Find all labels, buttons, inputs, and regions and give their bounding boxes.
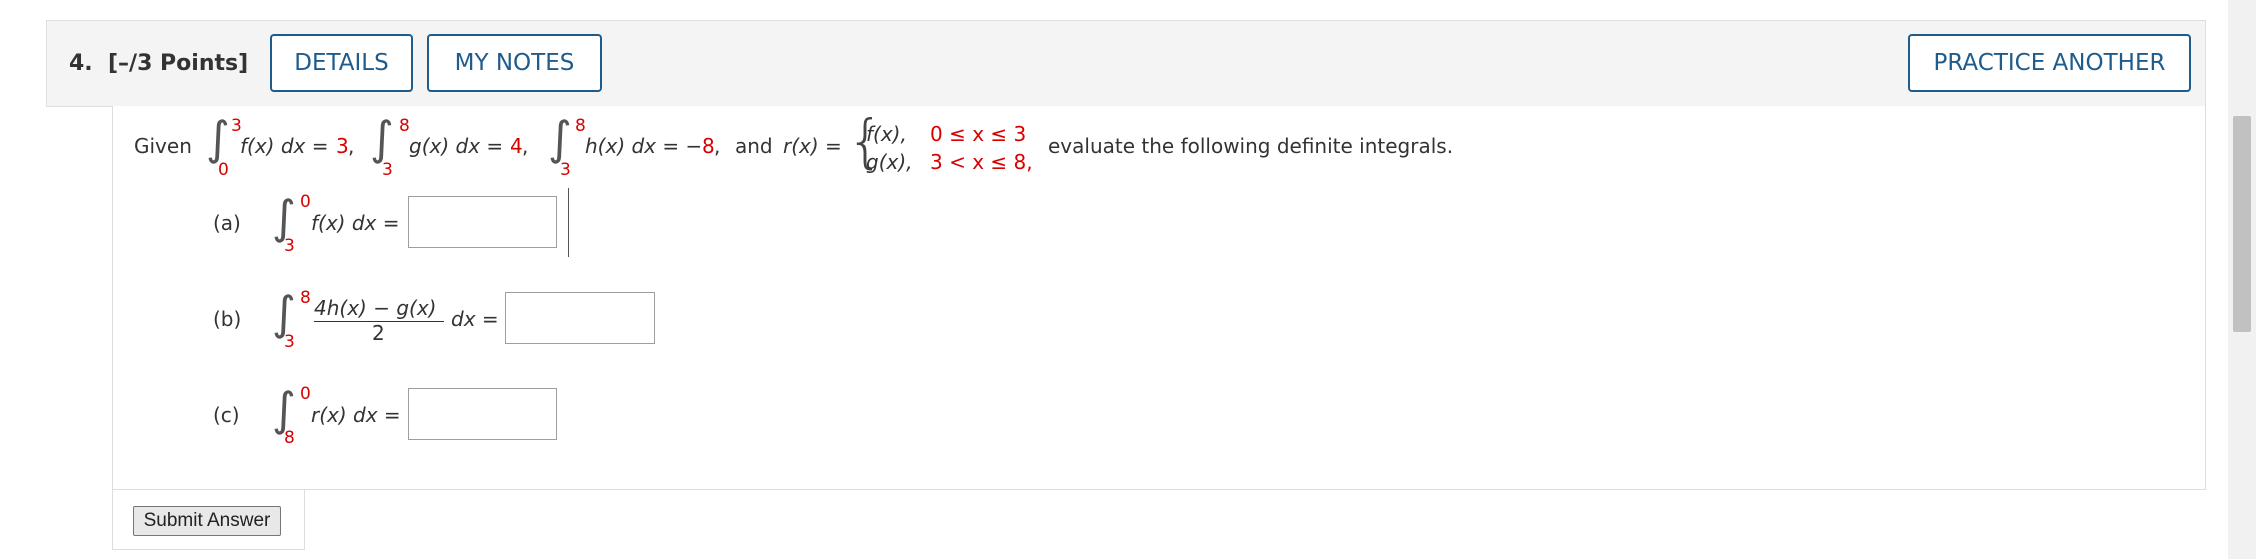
lower-limit: 0 (218, 160, 229, 180)
answer-input-a[interactable] (408, 196, 557, 248)
lower-limit: 3 (284, 236, 295, 256)
question-header: 4. [–/3 Points] DETAILS MY NOTES PRACTIC… (46, 20, 2206, 107)
integral-value: 4 (510, 134, 523, 158)
lower-limit: 3 (284, 332, 295, 352)
upper-limit: 0 (300, 192, 311, 212)
my-notes-button[interactable]: MY NOTES (427, 34, 602, 92)
r-definition: r(x) = (783, 134, 842, 158)
submit-area: Submit Answer (112, 490, 305, 550)
integral-value: 8 (702, 134, 715, 158)
question-points: [–/3 Points] (108, 51, 249, 76)
answer-input-b[interactable] (505, 292, 655, 344)
upper-limit: 8 (575, 116, 586, 136)
question-title: 4. [–/3 Points] (69, 51, 248, 76)
fraction-numerator: 4h(x) − g(x) (314, 296, 437, 320)
upper-limit: 3 (231, 116, 242, 136)
lower-limit: 3 (382, 160, 393, 180)
case-expression: f(x), (866, 122, 907, 146)
lower-limit: 3 (560, 160, 571, 180)
integral-sign: ∫ (548, 111, 572, 165)
separator: , (714, 134, 721, 158)
case-expression: g(x), (866, 150, 913, 174)
and-word: and (735, 134, 773, 158)
part-label: (a) (213, 211, 241, 235)
integral-sign: ∫ (206, 111, 230, 165)
submit-answer-button[interactable]: Submit Answer (133, 506, 281, 536)
details-button[interactable]: DETAILS (270, 34, 413, 92)
integrand: f(x) dx = (311, 211, 400, 235)
integral-sign: ∫ (370, 111, 394, 165)
integral-value: 3 (336, 134, 349, 158)
practice-another-button[interactable]: PRACTICE ANOTHER (1908, 34, 2191, 92)
text-cursor (568, 188, 569, 257)
part-label: (c) (213, 403, 240, 427)
differential: dx = (451, 307, 499, 331)
integral-sign: ∫ (272, 382, 296, 436)
upper-limit: 0 (300, 384, 311, 404)
integrand: r(x) dx = (311, 403, 401, 427)
answer-input-c[interactable] (408, 388, 557, 440)
case-condition: 0 ≤ x ≤ 3 (930, 122, 1027, 146)
instruction-text: evaluate the following definite integral… (1048, 134, 1454, 158)
upper-limit: 8 (399, 116, 410, 136)
integral-sign: ∫ (272, 190, 296, 244)
question-number: 4. (69, 51, 93, 76)
integral-sign: ∫ (272, 286, 296, 340)
given-word: Given (134, 134, 192, 158)
fraction-denominator: 2 (372, 321, 385, 345)
part-label: (b) (213, 307, 242, 331)
upper-limit: 8 (300, 288, 311, 308)
scrollbar-thumb[interactable] (2233, 116, 2251, 332)
lower-limit: 8 (284, 428, 295, 448)
separator: , (522, 134, 529, 158)
integrand: h(x) dx = − (585, 134, 703, 158)
case-condition: 3 < x ≤ 8, (930, 150, 1033, 174)
integrand: f(x) dx = (240, 134, 329, 158)
separator: , (348, 134, 355, 158)
integrand: g(x) dx = (409, 134, 504, 158)
